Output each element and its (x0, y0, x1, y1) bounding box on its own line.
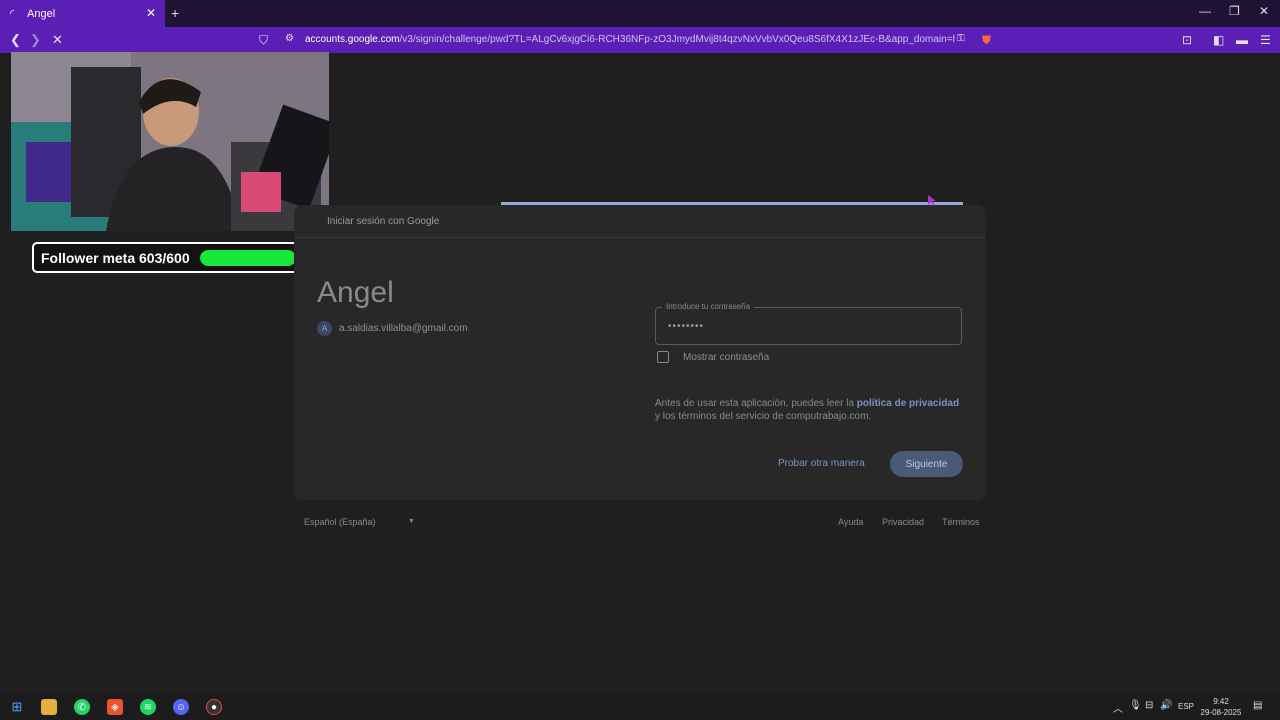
brave-browser-icon[interactable]: ◈ (107, 699, 123, 715)
menu-icon[interactable]: ☰ (1260, 33, 1271, 47)
discord-icon[interactable]: ☺ (173, 699, 189, 715)
chevron-down-icon[interactable]: ▼ (408, 518, 415, 525)
file-explorer-icon[interactable] (41, 699, 57, 715)
notifications-icon[interactable]: ▤ (1253, 700, 1262, 711)
tab-angel[interactable]: ◜ Angel ✕ (0, 0, 165, 27)
webcam-feed (11, 52, 329, 231)
close-window-button[interactable]: ✕ (1259, 4, 1269, 18)
account-email: a.saldias.villalba@gmail.com (339, 323, 468, 334)
follower-goal-widget: Follower meta 603/600 (32, 242, 300, 273)
privacy-policy-link[interactable]: política de privacidad (857, 398, 959, 409)
tab-strip: ◜ Angel ✕ + — ❐ ✕ (0, 0, 1280, 27)
taskbar: ⊞ ✆ ◈ ≋ ☺ ● ︿ 🎙 ⊟ 🔊 ESP 9:42 29-08-2025 … (0, 693, 1280, 720)
url-field[interactable]: accounts.google.com/v3/signin/challenge/… (305, 34, 955, 45)
terms-link[interactable]: Términos (942, 517, 980, 527)
screenshot-icon[interactable]: ⊡ (1182, 33, 1192, 47)
chevron-up-icon[interactable]: ︿ (1113, 700, 1123, 715)
cursor-icon (928, 195, 936, 206)
webcam-overlay (11, 52, 329, 231)
avatar: A (317, 321, 332, 336)
follower-progress-bar (200, 250, 296, 266)
next-button[interactable]: Siguiente (890, 451, 963, 477)
clock[interactable]: 9:42 29-08-2025 (1199, 696, 1243, 718)
address-bar: ❮ ❯ ✕ ⛉ ⚙ accounts.google.com/v3/signin/… (0, 27, 1280, 53)
clock-date: 29-08-2025 (1200, 708, 1242, 717)
brave-shield-icon[interactable]: ⛊ (982, 33, 991, 48)
privacy-link[interactable]: Privacidad (882, 517, 924, 527)
follower-progress-fill (200, 250, 296, 266)
show-password-toggle[interactable]: Mostrar contraseña (657, 351, 769, 363)
minimize-button[interactable]: — (1199, 4, 1211, 18)
help-link[interactable]: Ayuda (838, 517, 863, 527)
restore-button[interactable]: ❐ (1229, 4, 1240, 18)
spotify-icon[interactable]: ≋ (140, 699, 156, 715)
password-key-icon[interactable]: ⚿ (957, 33, 965, 44)
whatsapp-icon[interactable]: ✆ (74, 699, 90, 715)
site-settings-icon[interactable]: ⚙ (285, 33, 294, 44)
show-password-checkbox[interactable] (657, 351, 669, 363)
sidebar-icon[interactable]: ◧ (1213, 33, 1224, 47)
try-another-way-button[interactable]: Probar otra manera (778, 458, 865, 469)
network-icon[interactable]: ⊟ (1145, 700, 1153, 711)
obs-icon[interactable]: ● (206, 699, 222, 715)
signin-card: Iniciar sesión con Google Angel A a.sald… (294, 205, 986, 500)
microphone-icon[interactable]: 🎙 (1129, 700, 1142, 711)
language-select[interactable]: Español (España) (304, 517, 376, 527)
language-indicator[interactable]: ESP (1178, 702, 1194, 711)
volume-icon[interactable]: 🔊 (1160, 700, 1172, 711)
password-label: Introduce tu contraseña (662, 302, 755, 311)
tab-title: Angel (27, 7, 56, 20)
follower-goal-label: Follower meta 603/600 (41, 249, 190, 266)
bookmark-icon[interactable]: ⛉ (259, 33, 268, 48)
windows-start-icon[interactable]: ⊞ (9, 699, 25, 715)
show-password-label: Mostrar contraseña (683, 351, 770, 363)
clock-time: 9:42 (1213, 697, 1229, 706)
back-button[interactable]: ❮ (10, 32, 21, 48)
new-tab-button[interactable]: + (171, 5, 179, 21)
wallet-icon[interactable]: ▬ (1236, 33, 1248, 47)
password-value: •••••••• (668, 321, 705, 332)
forward-button[interactable]: ❯ (30, 32, 41, 48)
signin-header-text: Iniciar sesión con Google (327, 216, 440, 227)
account-chip[interactable]: A a.saldias.villalba@gmail.com (317, 321, 468, 336)
card-header: Iniciar sesión con Google (294, 205, 986, 238)
password-field[interactable]: Introduce tu contraseña •••••••• (655, 302, 962, 345)
policy-text: Antes de usar esta aplicación, puedes le… (655, 398, 960, 422)
stop-loading-button[interactable]: ✕ (52, 32, 63, 48)
loading-icon: ◜ (10, 8, 15, 20)
account-name: Angel (317, 276, 394, 309)
close-tab-icon[interactable]: ✕ (146, 6, 156, 20)
